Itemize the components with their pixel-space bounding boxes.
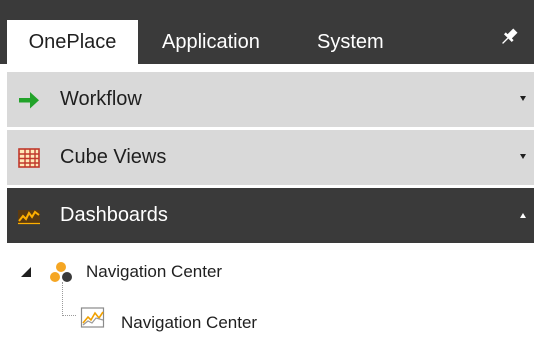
tab-strip: OnePlace Application System <box>0 0 534 64</box>
chevron-down-icon <box>520 154 526 159</box>
cube-views-panel-label: Cube Views <box>60 146 167 168</box>
dashboards-panel-label: Dashboards <box>60 204 168 226</box>
line-chart-icon <box>18 210 40 225</box>
green-arrow-right-icon <box>19 92 39 109</box>
tree-connector-horizontal <box>62 315 76 317</box>
dashboards-panel-header[interactable]: Dashboards <box>7 188 534 243</box>
workflow-panel-header[interactable]: Workflow <box>7 72 534 127</box>
pushpin-icon[interactable] <box>498 26 520 48</box>
tree-item-navigation-center-child[interactable]: Navigation Center <box>121 313 257 333</box>
dashboard-chart-icon <box>80 307 105 328</box>
tree-collapse-icon[interactable] <box>20 266 32 278</box>
tab-application[interactable]: Application <box>148 20 274 64</box>
workflow-panel-label: Workflow <box>60 88 142 110</box>
tab-system[interactable]: System <box>303 20 398 64</box>
chevron-down-icon <box>520 96 526 101</box>
chevron-up-icon <box>520 213 526 218</box>
cube-views-panel-header[interactable]: Cube Views <box>7 130 534 185</box>
grid-table-icon <box>18 148 40 168</box>
tree-connector-vertical <box>62 282 64 316</box>
oneplace-navigation-pane: OnePlace Application System Workflow Cub… <box>0 0 534 344</box>
tree-item-navigation-center-root[interactable]: Navigation Center <box>86 262 222 282</box>
tab-oneplace[interactable]: OnePlace <box>7 20 138 64</box>
dashboards-tree: Navigation Center Navigation Center <box>0 248 534 344</box>
dashboard-group-icon <box>50 262 72 282</box>
